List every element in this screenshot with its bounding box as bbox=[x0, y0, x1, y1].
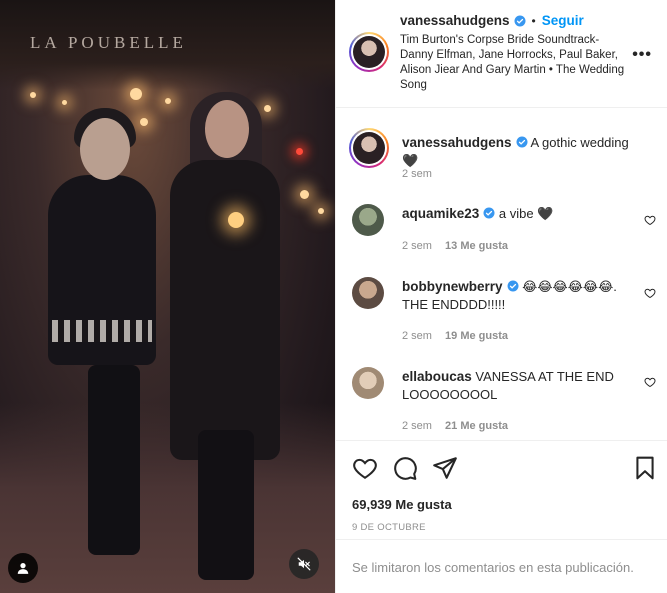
candle bbox=[228, 212, 244, 228]
bokeh-light bbox=[264, 105, 271, 112]
volume-muted-icon bbox=[297, 557, 311, 571]
comment-time: 2 sem bbox=[402, 420, 432, 432]
post-date[interactable]: 9 DE OCTUBRE bbox=[352, 522, 426, 533]
person-left-legs bbox=[88, 365, 140, 555]
more-options-button[interactable]: ••• bbox=[632, 46, 652, 64]
person-right-face bbox=[205, 100, 249, 158]
tagged-users-button[interactable] bbox=[8, 553, 38, 583]
audio-track-link[interactable]: Tim Burton's Corpse Bride Soundtrack- Da… bbox=[400, 33, 630, 93]
verified-badge-icon bbox=[507, 280, 519, 292]
comment-likes[interactable]: 21 Me gusta bbox=[445, 420, 508, 432]
traffic-light bbox=[296, 148, 303, 155]
comments-limited-notice: Se limitaron los comentarios en esta pub… bbox=[352, 560, 634, 575]
share-paper-plane-icon[interactable] bbox=[432, 455, 458, 481]
author-username[interactable]: vanessahudgens bbox=[400, 13, 510, 28]
save-bookmark-icon[interactable] bbox=[632, 455, 658, 481]
heart-icon[interactable] bbox=[644, 214, 656, 226]
verified-badge-icon bbox=[483, 207, 495, 219]
bokeh-light bbox=[62, 100, 67, 105]
bokeh-light bbox=[140, 118, 148, 126]
author-avatar[interactable] bbox=[349, 32, 389, 72]
separator-dot: • bbox=[531, 13, 536, 28]
heart-icon[interactable] bbox=[644, 376, 656, 388]
bokeh-light bbox=[318, 208, 324, 214]
likes-count[interactable]: 69,939 Me gusta bbox=[352, 497, 452, 512]
commenter-avatar[interactable] bbox=[352, 204, 384, 236]
follow-button[interactable]: Seguir bbox=[542, 13, 584, 28]
comment-bubble-icon[interactable] bbox=[392, 455, 418, 481]
like-heart-icon[interactable] bbox=[352, 455, 378, 481]
skirt-stripes bbox=[52, 320, 152, 342]
post-actions: 69,939 Me gusta 9 DE OCTUBRE bbox=[336, 440, 667, 540]
post-sidebar: vanessahudgens • Seguir Tim Burton's Cor… bbox=[335, 0, 667, 593]
post-header: vanessahudgens • Seguir Tim Burton's Cor… bbox=[336, 0, 667, 108]
comment-likes[interactable]: 13 Me gusta bbox=[445, 240, 508, 252]
comment-likes[interactable]: 19 Me gusta bbox=[445, 330, 508, 342]
person-right-legs bbox=[198, 430, 254, 580]
heart-icon[interactable] bbox=[644, 287, 656, 299]
post-video[interactable]: LA POUBELLE bbox=[0, 0, 335, 593]
caption-avatar[interactable] bbox=[349, 128, 389, 168]
commenter-avatar[interactable] bbox=[352, 277, 384, 309]
comment-username[interactable]: aquamike23 bbox=[402, 206, 479, 221]
comment-time: 2 sem bbox=[402, 330, 432, 342]
comment-time: 2 sem bbox=[402, 240, 432, 252]
comment-text: a vibe 🖤 bbox=[498, 206, 554, 221]
verified-badge-icon bbox=[514, 15, 526, 26]
bokeh-light bbox=[165, 98, 171, 104]
bokeh-light bbox=[30, 92, 36, 98]
bokeh-light bbox=[300, 190, 309, 199]
video-sign-text: LA POUBELLE bbox=[30, 33, 187, 52]
person-right bbox=[170, 160, 280, 460]
person-left-face bbox=[80, 118, 130, 180]
comment-username[interactable]: bobbynewberry bbox=[402, 279, 503, 294]
comment-username[interactable]: ellaboucas bbox=[402, 369, 472, 384]
user-icon bbox=[17, 563, 29, 574]
caption-username[interactable]: vanessahudgens bbox=[402, 135, 512, 150]
verified-badge-icon bbox=[516, 136, 528, 148]
sidewalk bbox=[0, 403, 335, 593]
caption-time: 2 sem bbox=[402, 168, 432, 180]
comments-list[interactable]: vanessahudgens A gothic wedding🖤 2 sem a… bbox=[336, 108, 667, 440]
bokeh-light bbox=[130, 88, 142, 100]
commenter-avatar[interactable] bbox=[352, 367, 384, 399]
mute-button[interactable] bbox=[289, 549, 319, 579]
